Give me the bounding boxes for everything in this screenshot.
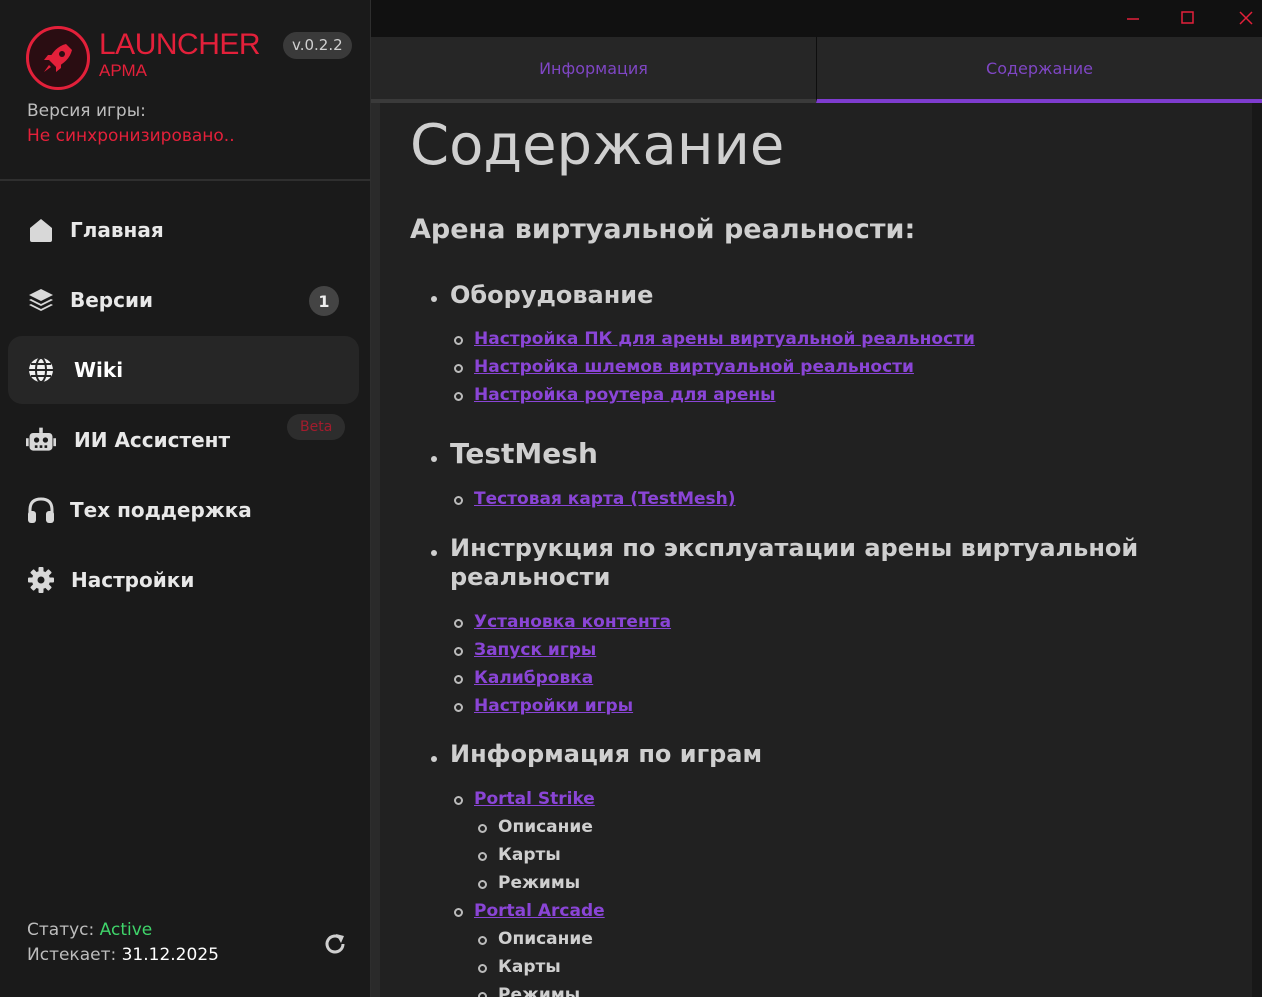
section-title-testmesh: TestMesh [450, 437, 598, 470]
circle-bullet [454, 619, 463, 628]
tab-contents[interactable]: Содержание [816, 37, 1262, 103]
link-portal-arcade[interactable]: Portal Arcade [474, 901, 605, 921]
circle-bullet [478, 936, 487, 945]
refresh-button[interactable] [320, 929, 350, 959]
link-calibration[interactable]: Калибровка [474, 668, 593, 688]
circle-bullet [454, 908, 463, 917]
maximize-icon [1181, 11, 1194, 24]
sidebar-item-label: ИИ Ассистент [74, 428, 231, 452]
version-badge: v.0.2.2 [283, 32, 352, 59]
tab-bar: Информация Содержание [371, 37, 1262, 103]
list-item: Режимы [498, 873, 581, 893]
versions-count-badge: 1 [309, 286, 339, 316]
circle-bullet [454, 364, 463, 373]
status-line: Статус: Active [27, 920, 152, 940]
sidebar-item-label: Wiki [74, 358, 124, 382]
sidebar-item-settings[interactable]: Настройки [8, 546, 359, 614]
game-version-value: Не синхронизировано.. [27, 126, 235, 146]
sidebar: LAUNCHER АРМА v.0.2.2 Версия игры: Не си… [0, 0, 371, 997]
list-item: Описание [498, 817, 593, 837]
sidebar-item-home[interactable]: Главная [8, 196, 359, 264]
globe-icon [26, 355, 56, 385]
link-pc-setup[interactable]: Настройка ПК для арены виртуальной реаль… [474, 329, 975, 349]
expires-line: Истекает: 31.12.2025 [27, 945, 219, 965]
bullet [431, 456, 437, 462]
link-router-setup[interactable]: Настройка роутера для арены [474, 385, 776, 405]
sidebar-item-label: Настройки [71, 568, 195, 592]
circle-bullet [454, 703, 463, 712]
link-game-launch[interactable]: Запуск игры [474, 640, 596, 660]
section-title-instructions-cont: реальности [450, 563, 611, 591]
app-title: LAUNCHER [99, 28, 261, 61]
sidebar-item-versions[interactable]: Версии 1 [8, 266, 359, 334]
link-game-settings[interactable]: Настройки игры [474, 696, 633, 716]
gear-icon [26, 565, 56, 595]
app-subtitle: АРМА [99, 61, 147, 80]
layers-icon [26, 285, 56, 315]
sidebar-item-label: Главная [70, 218, 164, 242]
minimize-icon [1127, 18, 1139, 20]
sidebar-divider [0, 179, 371, 181]
rocket-logo-icon [26, 26, 90, 90]
link-headset-setup[interactable]: Настройка шлемов виртуальной реальности [474, 357, 914, 377]
maximize-button[interactable] [1173, 4, 1203, 32]
refresh-icon [325, 934, 345, 954]
circle-bullet [478, 992, 487, 997]
circle-bullet [478, 964, 487, 973]
bullet [431, 296, 437, 302]
section-title-equipment: Оборудование [450, 281, 654, 309]
scrollbar-track[interactable] [1252, 103, 1262, 997]
section-heading: Арена виртуальной реальности: [410, 214, 916, 245]
close-button[interactable] [1231, 4, 1261, 32]
sidebar-item-wiki[interactable]: Wiki [8, 336, 359, 404]
sidebar-item-label: Тех поддержка [70, 498, 252, 522]
close-icon [1239, 11, 1253, 25]
circle-bullet [454, 392, 463, 401]
headphones-icon [26, 495, 56, 525]
circle-bullet [478, 880, 487, 889]
game-version-label: Версия игры: [27, 101, 146, 121]
section-title-instructions: Инструкция по эксплуатации арены виртуал… [450, 534, 1139, 562]
minimize-button[interactable] [1118, 4, 1148, 32]
section-title-games-info: Информация по играм [450, 740, 763, 768]
beta-badge: Beta [287, 414, 346, 440]
link-portal-strike[interactable]: Portal Strike [474, 789, 595, 809]
circle-bullet [454, 496, 463, 505]
status-value: Active [99, 920, 153, 940]
brand: LAUNCHER АРМА [99, 28, 261, 80]
list-item: Карты [498, 845, 561, 865]
list-item: Описание [498, 929, 593, 949]
circle-bullet [454, 796, 463, 805]
circle-bullet [478, 824, 487, 833]
circle-bullet [478, 852, 487, 861]
home-icon [26, 215, 56, 245]
circle-bullet [454, 336, 463, 345]
circle-bullet [454, 675, 463, 684]
wiki-content: Содержание Арена виртуальной реальности:… [380, 103, 1252, 997]
sidebar-item-label: Версии [70, 288, 154, 312]
bullet [431, 756, 437, 762]
expires-value: 31.12.2025 [121, 945, 219, 965]
content-left-edge [371, 103, 380, 997]
sidebar-item-support[interactable]: Тех поддержка [8, 476, 359, 544]
expires-label: Истекает: [27, 945, 117, 965]
link-content-install[interactable]: Установка контента [474, 612, 671, 632]
page-title: Содержание [410, 113, 785, 178]
list-item: Режимы [498, 985, 581, 997]
circle-bullet [454, 647, 463, 656]
tab-information[interactable]: Информация [371, 37, 816, 103]
bullet [431, 550, 437, 556]
status-label: Статус: [27, 920, 95, 940]
robot-icon [26, 425, 56, 455]
link-testmesh[interactable]: Тестовая карта (TestMesh) [474, 489, 736, 509]
window-titlebar [371, 0, 1262, 37]
list-item: Карты [498, 957, 561, 977]
